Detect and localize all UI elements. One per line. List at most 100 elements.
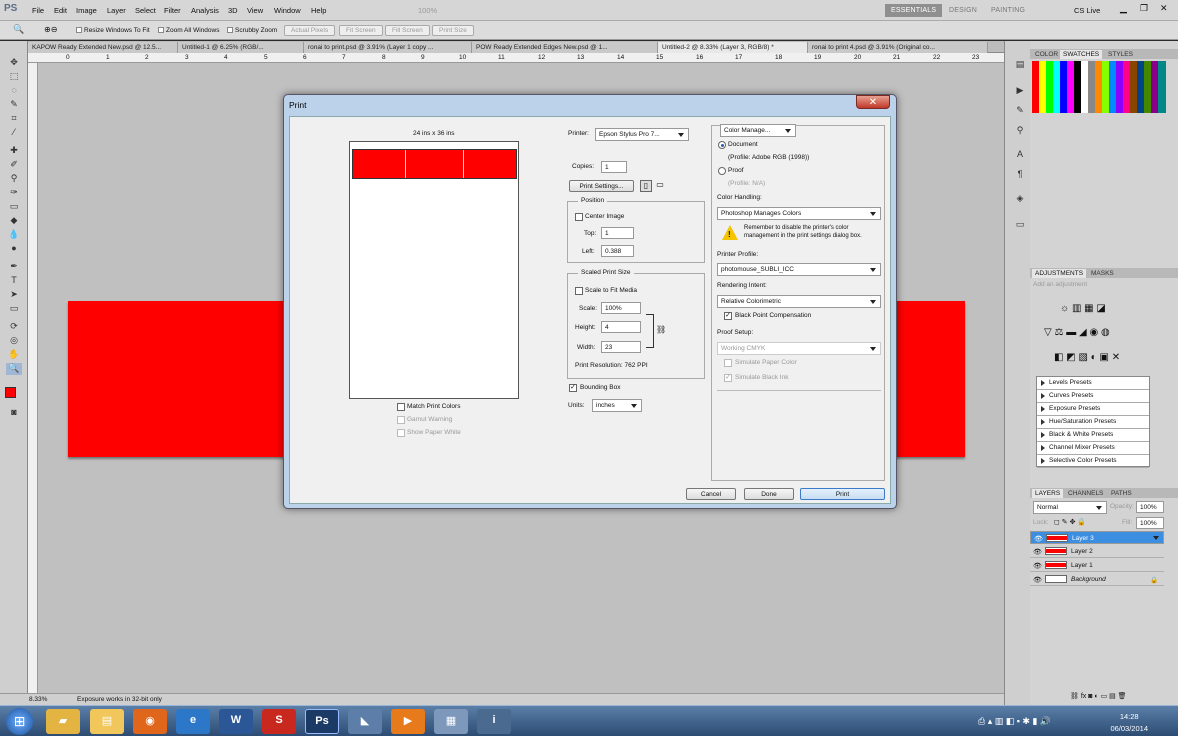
menu-edit[interactable]: Edit [54, 6, 67, 15]
print-size-button[interactable]: Print Size [432, 25, 474, 36]
adjustment-icons-row1[interactable]: ☼ ▥ ▦ ◪ [1060, 303, 1106, 314]
actual-pixels-button[interactable]: Actual Pixels [284, 25, 336, 36]
fill-screen-button[interactable]: Fill Screen [385, 25, 430, 36]
doc-tab[interactable]: ronai to print.psd @ 3.91% (Layer 1 copy… [304, 42, 472, 53]
menu-file[interactable]: File [32, 6, 44, 15]
close-window-icon[interactable]: ✕ [1160, 3, 1168, 14]
doc-tab-active[interactable]: Untitled-2 @ 8.33% (Layer 3, RGB/8) * [658, 42, 808, 53]
calculator-icon[interactable]: ▦ [434, 709, 468, 734]
tab-masks[interactable]: MASKS [1088, 269, 1117, 278]
clone-stamp-tool-icon[interactable]: ⚲ [6, 173, 22, 185]
internet-explorer-icon[interactable]: e [176, 709, 210, 734]
firefox-icon[interactable]: ◉ [133, 709, 167, 734]
healing-brush-tool-icon[interactable]: ✚ [6, 145, 22, 157]
status-zoom[interactable]: 8.33% [29, 696, 47, 703]
dodge-tool-icon[interactable]: ● [6, 243, 22, 255]
swatches-grid[interactable] [1032, 61, 1166, 113]
zoom-all-checkbox[interactable] [158, 27, 164, 33]
eyedropper-tool-icon[interactable]: ⁄ [6, 127, 22, 139]
app-shark-icon[interactable]: ◣ [348, 709, 382, 734]
chain-link-icon[interactable]: ⛓ [656, 325, 666, 334]
preset-curves[interactable]: Curves Presets [1037, 390, 1149, 403]
app-sw-icon[interactable]: S [262, 709, 296, 734]
3d-orbit-tool-icon[interactable]: ◎ [6, 335, 22, 347]
scrubby-zoom-checkbox[interactable] [227, 27, 233, 33]
move-tool-icon[interactable]: ✥ [6, 57, 22, 69]
layer-row-2[interactable]: 👁 Layer 2 [1030, 545, 1164, 558]
3d-rotate-tool-icon[interactable]: ⟳ [6, 321, 22, 333]
word-icon[interactable]: W [219, 709, 253, 734]
layer-name[interactable]: Background [1071, 576, 1106, 583]
character-panel-icon[interactable]: A [1012, 149, 1028, 161]
brush-tool-icon[interactable]: ✐ [6, 159, 22, 171]
menu-filter[interactable]: Filter [164, 6, 181, 15]
printer-select[interactable]: Epson Stylus Pro 7... [595, 128, 689, 141]
eye-icon[interactable]: 👁 [1033, 576, 1042, 584]
document-radio[interactable] [718, 141, 726, 149]
type-tool-icon[interactable]: T [6, 275, 22, 287]
layer-row-3[interactable]: 👁 Layer 3 [1030, 531, 1164, 544]
paragraph-panel-icon[interactable]: ¶ [1012, 169, 1028, 181]
orientation-landscape-icon[interactable]: ▭ [654, 180, 666, 192]
menu-layer[interactable]: Layer [107, 6, 126, 15]
doc-tab[interactable]: Untitled-1 @ 6.25% (RGB/... [178, 42, 304, 53]
paint-bucket-tool-icon[interactable]: ◆ [6, 215, 22, 227]
photoshop-icon[interactable]: Ps [305, 709, 339, 734]
tray-icons[interactable]: ⎙ ▴ ▥ ◧ ▪ ✱ ▮ 🔊 [978, 716, 1051, 727]
tab-styles[interactable]: STYLES [1105, 50, 1136, 59]
blur-tool-icon[interactable]: 💧 [6, 229, 22, 241]
eye-icon[interactable]: 👁 [1034, 535, 1043, 543]
center-image-checkbox[interactable] [575, 213, 583, 221]
print-preview[interactable] [349, 141, 519, 399]
clone-source-panel-icon[interactable]: ⚲ [1012, 125, 1028, 137]
hand-tool-icon[interactable]: ✋ [6, 349, 22, 361]
menu-view[interactable]: View [247, 6, 263, 15]
units-select[interactable]: inches [592, 399, 642, 412]
explorer-icon[interactable]: ▰ [46, 709, 80, 734]
opacity-input[interactable]: 100% [1136, 501, 1164, 513]
menu-help[interactable]: Help [311, 6, 326, 15]
adjustment-icons-row2[interactable]: ▽ ⚖ ▬ ◢ ◉ ◍ [1044, 327, 1110, 338]
adjustment-icons-row3[interactable]: ◧ ◩ ▧ ◐ ▣ ✕ [1054, 352, 1120, 363]
cancel-button[interactable]: Cancel [686, 488, 736, 500]
proof-radio[interactable] [718, 167, 726, 175]
quick-select-tool-icon[interactable]: ✎ [6, 99, 22, 111]
preset-hue-saturation[interactable]: Hue/Saturation Presets [1037, 416, 1149, 429]
menu-image[interactable]: Image [76, 6, 97, 15]
layer-name[interactable]: Layer 3 [1072, 535, 1094, 542]
left-input[interactable]: 0.388 [601, 245, 634, 257]
rendering-intent-select[interactable]: Relative Colorimetric [717, 295, 881, 308]
blend-mode-select[interactable]: Normal [1033, 501, 1107, 514]
print-button[interactable]: Print [800, 488, 885, 500]
restore-icon[interactable]: ❐ [1140, 3, 1148, 14]
scale-input[interactable]: 100% [601, 302, 641, 314]
preset-selective-color[interactable]: Selective Color Presets [1037, 455, 1149, 468]
resize-windows-checkbox[interactable] [76, 27, 82, 33]
printer-profile-select[interactable]: photomouse_SUBLI_ICC [717, 263, 881, 276]
workspace-design[interactable]: DESIGN [943, 4, 983, 17]
match-print-colors-checkbox[interactable] [397, 403, 405, 411]
start-button[interactable]: ⊞ [6, 708, 33, 735]
tab-paths[interactable]: PATHS [1108, 489, 1135, 498]
color-management-select[interactable]: Color Manage... [720, 124, 796, 137]
layer-name[interactable]: Layer 1 [1071, 562, 1093, 569]
menu-select[interactable]: Select [135, 6, 156, 15]
lock-icons[interactable]: ◻ ✎ ✥ 🔒 [1054, 518, 1086, 526]
zoom-level-combo[interactable]: 100% [418, 6, 437, 15]
zoom-in-out-icon[interactable]: ⊕⊖ [44, 25, 57, 34]
layer-footer-icons[interactable]: ⛓ fx ◙ ◐ ▭ ▤ 🗑 [1070, 692, 1127, 700]
orientation-portrait-icon[interactable]: ▯ [640, 180, 652, 192]
bounding-box-checkbox[interactable]: ✓ [569, 384, 577, 392]
lasso-tool-icon[interactable]: ◌ [6, 85, 22, 97]
print-settings-button[interactable]: Print Settings... [569, 180, 634, 192]
top-input[interactable]: 1 [601, 227, 634, 239]
height-input[interactable]: 4 [601, 321, 641, 333]
foreground-color-swatch[interactable] [5, 387, 16, 398]
copies-input[interactable]: 1 [601, 161, 627, 173]
animation-panel-icon[interactable]: ▭ [1012, 219, 1028, 231]
doc-tab[interactable]: ronai to print 4.psd @ 3.91% (Original c… [808, 42, 988, 53]
zoom-tool-active-icon[interactable]: 🔍 [6, 363, 22, 375]
layer-row-background[interactable]: 👁 Background 🔒 [1030, 573, 1164, 586]
preset-levels[interactable]: Levels Presets [1037, 377, 1149, 390]
crop-tool-icon[interactable]: ⌗ [6, 113, 22, 125]
